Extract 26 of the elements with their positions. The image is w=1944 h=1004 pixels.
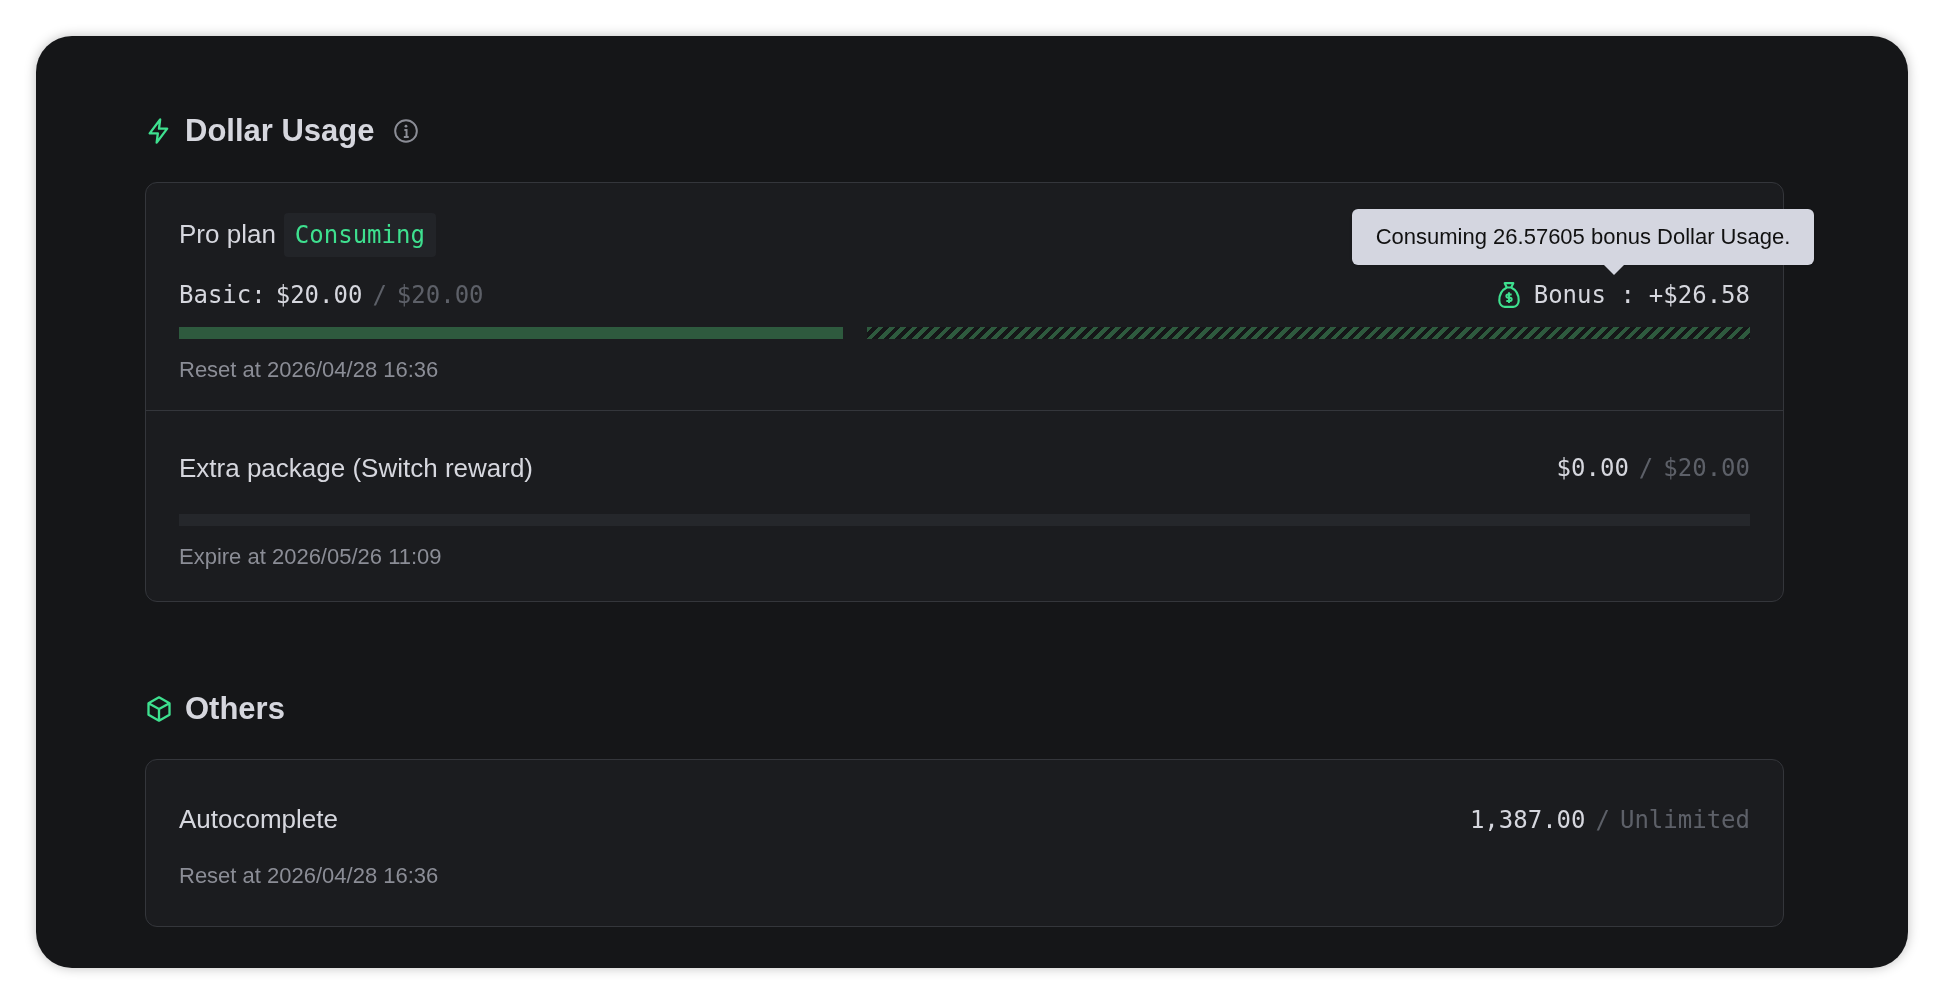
package-name: Extra package (Switch reward)	[179, 451, 534, 485]
section-title: Others	[185, 689, 285, 728]
info-icon[interactable]	[392, 118, 419, 145]
separator: /	[1638, 453, 1654, 484]
reset-note: Reset at 2026/04/28 16:36	[179, 862, 440, 890]
section-title: Dollar Usage	[185, 112, 375, 150]
separator: /	[1595, 804, 1610, 836]
used-amount: $0.00	[1556, 453, 1629, 484]
limit-amount: $20.00	[396, 279, 484, 311]
basic-label: Basic:	[179, 279, 266, 311]
reset-note: Expire at 2026/05/26 11:09	[179, 542, 443, 571]
separator: /	[372, 279, 387, 311]
plan-name: Pro plan	[179, 218, 276, 251]
bonus-label: Bonus :	[1533, 279, 1635, 311]
used-amount: $20.00	[275, 279, 363, 311]
limit-amount: $20.00	[1663, 453, 1750, 484]
bonus-amount: +$26.58	[1648, 279, 1750, 311]
tooltip: Consuming 26.57605 bonus Dollar Usage.	[1351, 208, 1815, 265]
feature-name: Autocomplete	[179, 803, 338, 836]
cube-icon	[145, 694, 173, 723]
limit-amount: Unlimited	[1619, 804, 1750, 836]
status-badge: Consuming	[283, 212, 436, 257]
reset-note: Reset at 2026/04/28 16:36	[179, 355, 440, 384]
used-amount: 1,387.00	[1469, 804, 1586, 836]
money-bag-icon	[1495, 280, 1522, 309]
tooltip-pointer-icon	[1603, 264, 1624, 275]
